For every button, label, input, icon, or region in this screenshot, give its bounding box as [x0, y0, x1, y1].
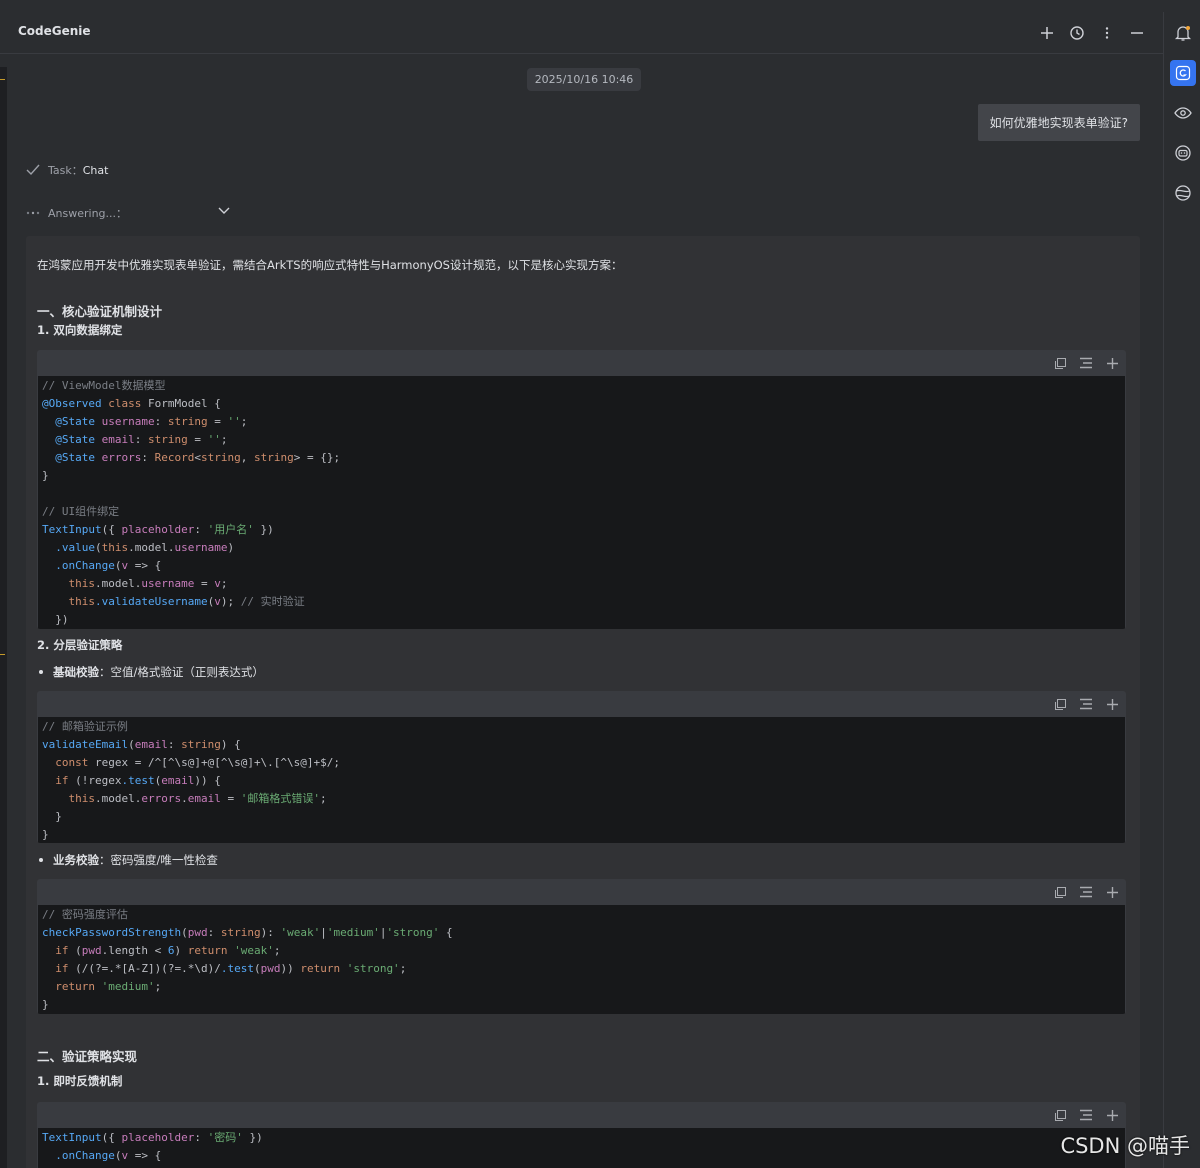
panel-header: CodeGenie	[0, 12, 1163, 54]
section-heading: 一、核心验证机制设计	[37, 304, 163, 319]
assistant-answer: 在鸿蒙应用开发中优雅实现表单验证，需结合ArkTS的响应式特性与HarmonyO…	[26, 236, 1140, 1168]
code-line: .onChange(v => {	[55, 559, 162, 572]
new-chat-plus-icon[interactable]	[1035, 21, 1059, 45]
task-label: Task：	[48, 164, 83, 177]
insert-plus-icon[interactable]	[1102, 1105, 1122, 1125]
message-timestamp: 2025/10/16 10:46	[526, 68, 642, 91]
code-line: }	[42, 810, 62, 823]
list-item-bold: 业务校验	[53, 853, 99, 867]
list-item: 业务校验：密码强度/唯一性检查	[39, 852, 218, 868]
code-line: checkPasswordStrength(pwd: string): 'wea…	[42, 926, 453, 939]
code-body: // 邮箱验证示例 validateEmail(email: string) { …	[38, 717, 1125, 843]
code-line: if (/(?=.*[A-Z])(?=.*\d)/.test(pwd)) ret…	[55, 962, 407, 975]
insert-list-icon[interactable]	[1076, 1105, 1096, 1125]
copy-icon[interactable]	[1050, 1105, 1070, 1125]
code-line: .value(this.model.username)	[55, 541, 235, 554]
code-block: // 邮箱验证示例 validateEmail(email: string) { …	[37, 691, 1126, 843]
code-toolbar	[37, 350, 1126, 376]
insert-list-icon[interactable]	[1076, 882, 1096, 902]
notification-bell-icon[interactable]	[1170, 20, 1196, 46]
code-line: .onChange(v => {	[55, 1149, 162, 1162]
list-item-text: ：空值/格式验证（正则表达式）	[99, 665, 264, 679]
code-line: return 'medium';	[55, 980, 162, 993]
code-line: this.model.username = v;	[68, 577, 228, 590]
ai-assistant-icon[interactable]	[1170, 140, 1196, 166]
list-item-bold: 基础校验	[53, 665, 99, 679]
code-line: this.validateUsername(v); // 实时验证	[68, 595, 305, 608]
insert-list-icon[interactable]	[1076, 694, 1096, 714]
globe-icon[interactable]	[1170, 180, 1196, 206]
subsection-heading: 1. 双向数据绑定	[37, 323, 123, 337]
insert-plus-icon[interactable]	[1102, 882, 1122, 902]
code-line: @Observed class FormModel {	[42, 397, 221, 410]
more-vertical-icon[interactable]	[1095, 21, 1119, 45]
history-icon[interactable]	[1065, 21, 1089, 45]
timestamp-row: 2025/10/16 10:46	[0, 68, 1163, 91]
insert-list-icon[interactable]	[1076, 353, 1096, 373]
code-block: TextInput({ placeholder: '密码' }) .onChan…	[37, 1102, 1126, 1168]
codegenie-icon[interactable]	[1170, 60, 1196, 86]
loading-dots-icon	[26, 211, 40, 215]
subsection-heading: 1. 即时反馈机制	[37, 1074, 123, 1088]
insert-plus-icon[interactable]	[1102, 353, 1122, 373]
gutter-marker	[0, 654, 5, 655]
chevron-down-icon[interactable]	[217, 203, 231, 217]
code-body: // ViewModel数据模型 @Observed class FormMode…	[38, 376, 1125, 629]
list-item: 基础校验：空值/格式验证（正则表达式）	[39, 664, 264, 680]
code-line: this.model.errors.email = '邮箱格式错误';	[68, 792, 327, 805]
answering-status-row: Answering...：	[26, 205, 231, 221]
code-line: if (pwd.length < 6) return 'weak';	[55, 944, 281, 957]
copy-icon[interactable]	[1050, 353, 1070, 373]
copy-icon[interactable]	[1050, 694, 1070, 714]
code-line: @State username: string = '';	[55, 415, 248, 428]
list-item-text: ：密码强度/唯一性检查	[99, 853, 218, 867]
code-line: })	[42, 613, 69, 626]
panel-title: CodeGenie	[18, 24, 91, 38]
code-block: // 密码强度评估 checkPasswordStrength(pwd: stri…	[37, 879, 1126, 1014]
code-toolbar	[37, 879, 1126, 905]
code-line: }	[42, 828, 49, 841]
code-line: // UI组件绑定	[42, 505, 120, 518]
minimize-icon[interactable]	[1125, 21, 1149, 45]
editor-gutter	[0, 67, 7, 1168]
code-line: }	[42, 998, 49, 1011]
eye-icon[interactable]	[1170, 100, 1196, 126]
watermark: CSDN @喵手	[1060, 1134, 1190, 1158]
code-line: TextInput({ placeholder: '密码' })	[42, 1131, 263, 1144]
code-line: validateEmail(email: string) {	[42, 738, 241, 751]
checkmark-icon	[26, 164, 40, 176]
code-line: TextInput({ placeholder: '用户名' })	[42, 523, 274, 536]
answering-status-text: Answering...：	[48, 207, 128, 220]
code-toolbar	[37, 691, 1126, 717]
code-line: const regex = /^[^\s@]+@[^\s@]+\.[^\s@]+…	[55, 756, 341, 769]
section-heading: 二、验证策略实现	[37, 1049, 138, 1064]
code-line: @State email: string = '';	[55, 433, 228, 446]
answer-intro: 在鸿蒙应用开发中优雅实现表单验证，需结合ArkTS的响应式特性与HarmonyO…	[37, 258, 623, 272]
code-block: // ViewModel数据模型 @Observed class FormMode…	[37, 350, 1126, 629]
code-body: // 密码强度评估 checkPasswordStrength(pwd: stri…	[38, 905, 1125, 1014]
code-line: if (!regex.test(email)) {	[55, 774, 221, 787]
task-row: Task：Chat	[26, 162, 108, 178]
right-tool-sidebar	[1163, 12, 1200, 1168]
code-line: @State errors: Record<string, string> = …	[55, 451, 341, 464]
header-actions	[1035, 21, 1149, 45]
insert-plus-icon[interactable]	[1102, 694, 1122, 714]
code-toolbar	[37, 1102, 1126, 1128]
code-line: // 密码强度评估	[42, 908, 128, 921]
code-line: }	[42, 469, 49, 482]
codegenie-panel: CodeGenie 2025/10/16 10:46 如何优雅地实现表单验证? …	[0, 12, 1163, 1168]
copy-icon[interactable]	[1050, 882, 1070, 902]
code-body: TextInput({ placeholder: '密码' }) .onChan…	[38, 1128, 1125, 1168]
user-message-bubble: 如何优雅地实现表单验证?	[977, 104, 1140, 141]
task-value: Chat	[82, 164, 109, 177]
code-line: // 邮箱验证示例	[42, 720, 128, 733]
subsection-heading: 2. 分层验证策略	[37, 638, 123, 652]
code-line: // ViewModel数据模型	[42, 379, 166, 392]
